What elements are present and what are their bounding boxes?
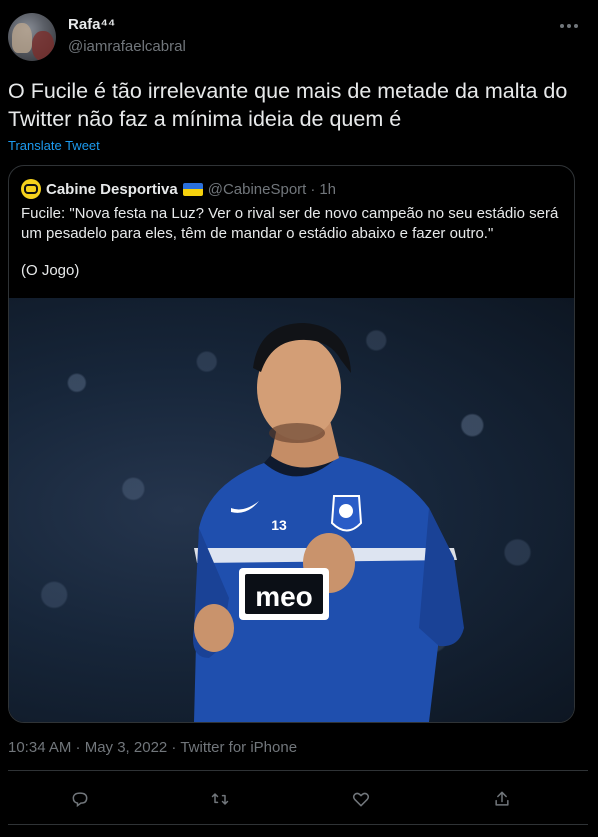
quoted-tweet[interactable]: Cabine Desportiva @CabineSport · 1h Fuci… (8, 165, 575, 723)
quoted-tweet-header: Cabine Desportiva @CabineSport · 1h (21, 179, 336, 199)
reply-icon[interactable] (68, 787, 92, 811)
author-name[interactable]: Rafa⁴⁴ (68, 16, 115, 33)
football-player-photo: meo 13 (193, 323, 464, 722)
more-options-icon[interactable] (556, 14, 582, 38)
ukraine-flag-icon (182, 182, 203, 196)
quoted-author-name: Cabine Desportiva (46, 180, 178, 198)
tweet-text: O Fucile é tão irrelevante que mais de m… (8, 79, 568, 131)
like-icon[interactable] (349, 787, 373, 811)
divider (8, 770, 588, 771)
shirt-sponsor: meo (255, 581, 313, 612)
quoted-tweet-source: (O Jogo) (21, 262, 80, 279)
divider (8, 824, 588, 825)
share-icon[interactable] (490, 787, 514, 811)
tweet-metadata: 10:34 AM · May 3, 2022 · Twitter for iPh… (8, 739, 298, 756)
quoted-timestamp: 1h (319, 180, 337, 198)
quoted-author-handle: @CabineSport (207, 180, 307, 198)
shirt-number: 13 (271, 517, 287, 533)
quoted-tweet-text: Fucile: "Nova festa na Luz? Ver o rival … (21, 205, 559, 242)
author-handle[interactable]: @iamrafaelcabral (68, 38, 186, 55)
quoted-tweet-photo[interactable]: meo 13 (9, 298, 574, 722)
translate-tweet-link[interactable]: Translate Tweet (8, 138, 100, 153)
quoted-author-avatar (21, 179, 41, 199)
quoted-separator: · (310, 180, 316, 198)
author-avatar[interactable] (8, 13, 56, 61)
retweet-icon[interactable] (208, 787, 232, 811)
